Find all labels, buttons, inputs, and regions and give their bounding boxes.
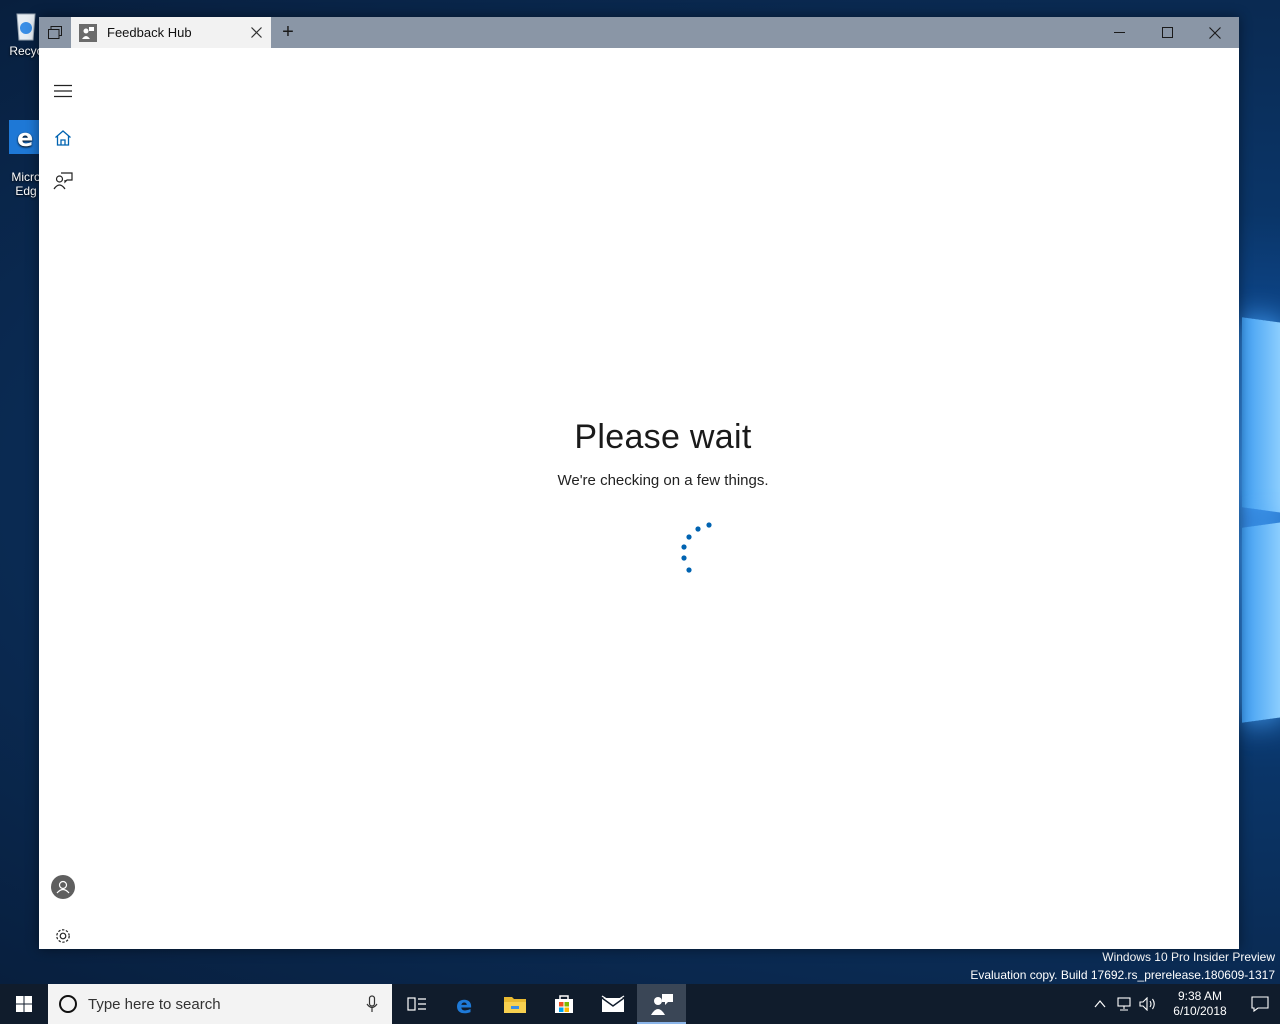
maximize-button[interactable] [1143, 17, 1191, 48]
volume-icon [1139, 997, 1155, 1011]
action-center-button[interactable] [1240, 996, 1280, 1012]
status-message: We're checking on a few things. [557, 472, 769, 489]
taskbar: Type here to search e 9:38 AM 6/10/2018 [0, 984, 1280, 1024]
search-placeholder: Type here to search [88, 995, 221, 1013]
tab-title: Feedback Hub [107, 25, 192, 40]
volume-button[interactable] [1136, 997, 1160, 1011]
title-bar-drag-area[interactable] [305, 17, 1095, 48]
taskbar-search-box[interactable]: Type here to search [48, 984, 392, 1024]
network-icon [1117, 997, 1131, 1011]
edge-shortcut-icon: e [9, 120, 43, 154]
task-view-icon [406, 997, 426, 1011]
watermark-edition: Windows 10 Pro Insider Preview [1102, 950, 1275, 964]
taskbar-store[interactable] [539, 984, 588, 1024]
windows-watermark: Windows 10 Pro Insider Preview Evaluatio… [970, 948, 1275, 984]
taskbar-mail[interactable] [588, 984, 637, 1024]
title-bar[interactable]: Feedback Hub + [39, 17, 1239, 48]
recycle-bin-icon [9, 8, 43, 42]
feedback-hub-icon [650, 994, 673, 1015]
sets-icon [48, 25, 62, 39]
taskbar-task-view[interactable] [392, 984, 441, 1024]
main-content: Please wait We're checking on a few thin… [87, 48, 1239, 949]
home-icon [55, 130, 71, 146]
settings-button[interactable] [39, 916, 87, 956]
microphone-button[interactable] [352, 995, 392, 1013]
file-explorer-icon [503, 997, 526, 1013]
system-tray: 9:38 AM 6/10/2018 [1088, 984, 1280, 1024]
start-button[interactable] [0, 984, 48, 1024]
svg-text:e: e [17, 124, 33, 150]
settings-icon [56, 929, 70, 943]
notification-icon [1251, 996, 1269, 1012]
cortana-icon [59, 995, 77, 1013]
svg-text:e: e [456, 992, 472, 1016]
account-button[interactable] [39, 867, 87, 907]
windows-logo-wallpaper [1238, 300, 1280, 740]
feedback-hub-window: Feedback Hub + Please wait We're checkin… [39, 17, 1239, 949]
close-icon [250, 27, 262, 38]
close-window-button[interactable] [1191, 17, 1239, 48]
minimize-icon [1113, 32, 1125, 33]
network-button[interactable] [1112, 997, 1136, 1011]
page-title: Please wait [574, 418, 752, 456]
show-hidden-icons-button[interactable] [1088, 1000, 1112, 1008]
account-icon [51, 875, 75, 899]
taskbar-edge[interactable]: e [441, 984, 490, 1024]
new-tab-button[interactable]: + [271, 17, 305, 48]
hamburger-menu-button[interactable] [39, 71, 87, 111]
watermark-build: Evaluation copy. Build 17692.rs_prerelea… [970, 968, 1275, 982]
sets-overview-button[interactable] [39, 17, 71, 48]
feedback-icon [53, 172, 73, 190]
feedback-hub-tab-icon [79, 23, 97, 42]
nav-feedback-button[interactable] [39, 161, 87, 201]
maximize-icon [1161, 27, 1173, 38]
navigation-rail [39, 48, 87, 949]
chevron-up-icon [1094, 1000, 1106, 1008]
loading-spinner-icon [681, 522, 712, 573]
minimize-button[interactable] [1095, 17, 1143, 48]
tab-close-button[interactable] [241, 17, 271, 48]
tab-feedback-hub[interactable]: Feedback Hub [71, 17, 271, 48]
mail-icon [601, 995, 624, 1012]
edge-icon: e [456, 992, 472, 1016]
taskbar-feedback-hub[interactable] [637, 984, 686, 1024]
clock-time: 9:38 AM [1177, 989, 1223, 1003]
store-icon [554, 995, 573, 1013]
taskbar-file-explorer[interactable] [490, 984, 539, 1024]
windows-start-icon [16, 996, 32, 1012]
nav-home-button[interactable] [39, 118, 87, 158]
close-icon [1209, 26, 1221, 39]
clock[interactable]: 9:38 AM 6/10/2018 [1160, 989, 1240, 1019]
menu-icon [54, 84, 72, 98]
clock-date: 6/10/2018 [1173, 1004, 1227, 1018]
microphone-icon [366, 995, 378, 1012]
